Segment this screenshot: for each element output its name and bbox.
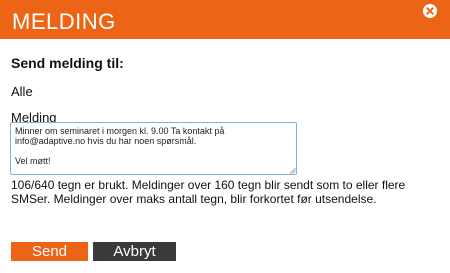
cancel-button[interactable]: Avbryt: [93, 242, 176, 261]
recipients-value: Alle: [11, 84, 33, 99]
send-button[interactable]: Send: [11, 242, 88, 261]
send-to-label: Send melding til:: [11, 55, 124, 71]
dialog-title: MELDING: [12, 9, 116, 34]
dialog-header: MELDING: [0, 0, 450, 39]
message-textarea[interactable]: Minner om seminaret i morgen kl. 9.00 Ta…: [10, 122, 297, 175]
resize-grip-icon[interactable]: [289, 167, 296, 174]
character-counter-info: 106/640 tegn er brukt. Meldinger over 16…: [11, 178, 406, 206]
close-button[interactable]: [423, 4, 437, 18]
close-icon: [426, 7, 434, 15]
